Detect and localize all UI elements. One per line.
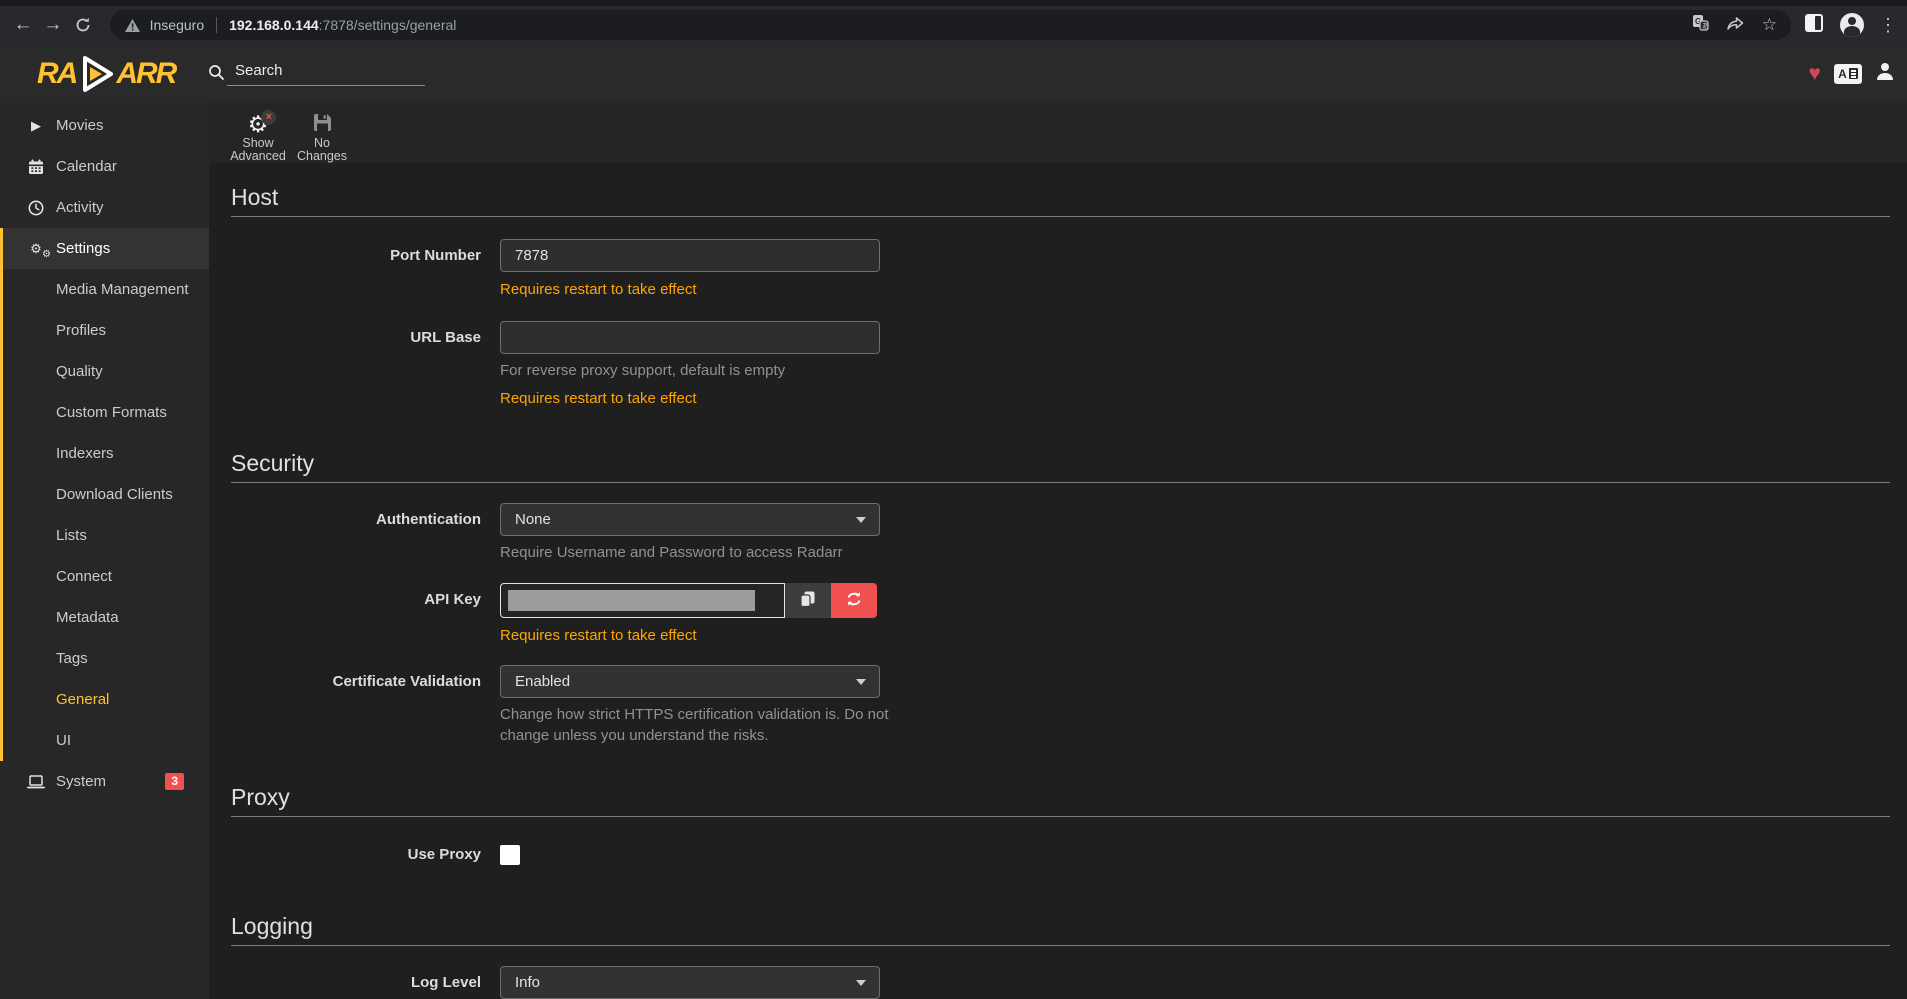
search-icon [208, 64, 225, 81]
url-host: 192.168.0.144 [229, 17, 319, 33]
sidebar-item-calendar[interactable]: Calendar [0, 146, 209, 187]
authentication-hint: Require Username and Password to access … [500, 542, 880, 563]
donate-heart-icon[interactable]: ♥ [1809, 62, 1821, 86]
radarr-logo[interactable]: RA ARR [37, 51, 175, 97]
certificate-validation-row: Certificate Validation Enabled Change ho… [231, 665, 1890, 746]
sidebar-item-media-management[interactable]: Media Management [3, 269, 209, 310]
copy-icon [799, 590, 817, 611]
logo-text-right: ARR [116, 57, 175, 91]
chevron-down-icon [856, 980, 866, 986]
log-level-row: Log Level Info [231, 966, 1890, 999]
sidebar: ▶ Movies Calendar Activity ⚙ ⚙ Settings [0, 103, 209, 999]
show-advanced-button[interactable]: ⚙ × Show Advanced [226, 103, 290, 163]
port-number-input[interactable] [500, 239, 880, 272]
share-icon[interactable] [1726, 15, 1745, 36]
sidebar-item-system[interactable]: System 3 [0, 761, 209, 802]
chevron-down-icon [856, 517, 866, 523]
browser-profile-avatar[interactable] [1840, 13, 1864, 37]
sidebar-item-indexers[interactable]: Indexers [3, 433, 209, 474]
sidebar-item-settings[interactable]: ⚙ ⚙ Settings [3, 228, 209, 269]
sidebar-item-quality[interactable]: Quality [3, 351, 209, 392]
logging-section-title: Logging [231, 913, 1890, 946]
api-key-input[interactable] [500, 583, 785, 618]
security-section-title: Security [231, 450, 1890, 483]
side-panel-icon[interactable] [1803, 12, 1825, 39]
copy-api-key-button[interactable] [785, 583, 831, 618]
url-base-input[interactable] [500, 321, 880, 354]
proxy-section-title: Proxy [231, 784, 1890, 817]
use-proxy-label: Use Proxy [231, 845, 481, 865]
system-health-badge: 3 [165, 773, 184, 790]
browser-chrome: ← → Inseguro 192.168.0.144 :7878/setting… [0, 0, 1907, 44]
settings-general-content: Host Port Number Requires restart to tak… [209, 163, 1907, 999]
app-topbar: RA ARR ♥ A [0, 44, 1907, 103]
search-input[interactable] [227, 58, 425, 86]
browser-menu-icon[interactable]: ⋮ [1879, 15, 1897, 36]
sidebar-item-metadata[interactable]: Metadata [3, 597, 209, 638]
translate-widget-icon[interactable]: A [1834, 64, 1862, 84]
radarr-settings-general-page: ← → Inseguro 192.168.0.144 :7878/setting… [0, 0, 1907, 999]
port-restart-warning: Requires restart to take effect [500, 280, 880, 299]
sidebar-item-download-clients[interactable]: Download Clients [3, 474, 209, 515]
sidebar-item-tags[interactable]: Tags [3, 638, 209, 679]
url-base-hint: For reverse proxy support, default is em… [500, 360, 880, 381]
sidebar-item-general[interactable]: General [3, 679, 209, 720]
browser-back-icon[interactable]: ← [8, 14, 38, 36]
authentication-select[interactable]: None [500, 503, 880, 536]
page-toolbar: ⚙ × Show Advanced No Changes [209, 103, 1907, 163]
bookmark-star-icon[interactable]: ☆ [1762, 15, 1777, 35]
play-icon: ▶ [25, 118, 47, 134]
api-key-redacted-value [508, 590, 755, 611]
gears-icon: ⚙ ⚙ [25, 241, 47, 257]
url-base-row: URL Base For reverse proxy support, defa… [231, 321, 1890, 408]
save-no-changes-button[interactable]: No Changes [290, 103, 354, 163]
log-level-label: Log Level [231, 966, 481, 999]
sidebar-item-custom-formats[interactable]: Custom Formats [3, 392, 209, 433]
api-key-label: API Key [231, 583, 481, 616]
translate-page-icon[interactable]: Gあ [1692, 14, 1709, 36]
svg-text:あ: あ [1702, 22, 1709, 30]
host-section-title: Host [231, 184, 1890, 217]
use-proxy-checkbox[interactable] [500, 845, 520, 865]
user-icon[interactable] [1875, 61, 1895, 86]
authentication-label: Authentication [231, 503, 481, 536]
refresh-icon [845, 591, 863, 610]
api-key-restart-warning: Requires restart to take effect [500, 626, 877, 645]
sidebar-item-ui[interactable]: UI [3, 720, 209, 761]
not-secure-icon [124, 18, 141, 33]
chevron-down-icon [856, 679, 866, 685]
authentication-row: Authentication None Require Username and… [231, 503, 1890, 563]
address-separator [216, 17, 217, 33]
log-level-select[interactable]: Info [500, 966, 880, 999]
certificate-validation-label: Certificate Validation [231, 665, 481, 698]
address-bar[interactable]: Inseguro 192.168.0.144 :7878/settings/ge… [110, 10, 1791, 40]
port-number-label: Port Number [231, 239, 481, 272]
logo-text-left: RA [37, 57, 76, 91]
url-base-restart-warning: Requires restart to take effect [500, 389, 880, 408]
browser-forward-icon[interactable]: → [38, 14, 68, 36]
use-proxy-row: Use Proxy [231, 845, 1890, 865]
regenerate-api-key-button[interactable] [831, 583, 877, 618]
security-status-label[interactable]: Inseguro [150, 17, 204, 33]
calendar-icon [25, 159, 47, 175]
floppy-save-icon [312, 112, 333, 136]
browser-reload-icon[interactable] [68, 16, 98, 34]
settings-group: ⚙ ⚙ Settings Media Management Profiles Q… [0, 228, 209, 761]
certificate-validation-hint: Change how strict HTTPS certification va… [500, 704, 930, 746]
sidebar-item-lists[interactable]: Lists [3, 515, 209, 556]
url-path: :7878/settings/general [319, 17, 457, 33]
laptop-icon [25, 775, 47, 789]
sidebar-item-movies[interactable]: ▶ Movies [0, 105, 209, 146]
api-key-row: API Key [231, 583, 1890, 645]
url-base-label: URL Base [231, 321, 481, 354]
sidebar-item-activity[interactable]: Activity [0, 187, 209, 228]
logo-play-icon [78, 55, 114, 93]
clock-icon [25, 200, 47, 216]
advanced-off-badge-icon: × [261, 110, 276, 125]
sidebar-item-profiles[interactable]: Profiles [3, 310, 209, 351]
sidebar-item-connect[interactable]: Connect [3, 556, 209, 597]
certificate-validation-select[interactable]: Enabled [500, 665, 880, 698]
port-number-row: Port Number Requires restart to take eff… [231, 239, 1890, 299]
